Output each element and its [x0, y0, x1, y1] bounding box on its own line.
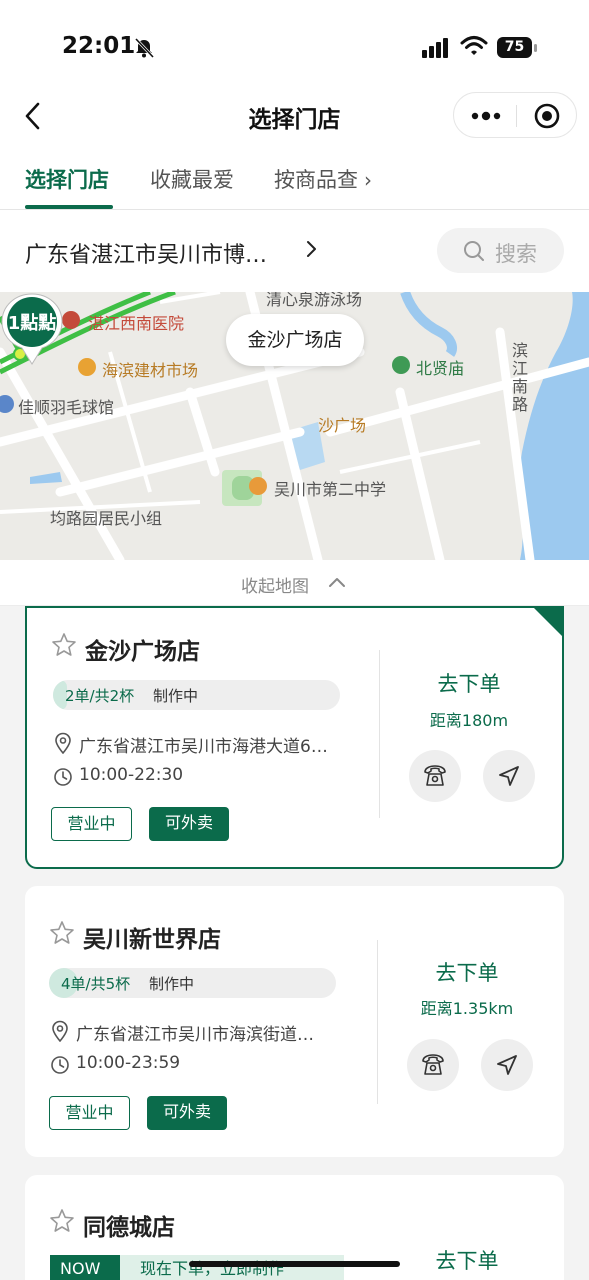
star-outline-icon[interactable] — [49, 920, 75, 946]
queue-progress: 4单/共5杯 制作中 — [49, 968, 336, 998]
call-button[interactable] — [409, 750, 461, 802]
close-target-icon[interactable] — [534, 103, 560, 129]
queue-count: 2单/共2杯 — [65, 687, 135, 705]
store-card[interactable]: 吴川新世界店 4单/共5杯 制作中 广东省湛江市吴川市海滨街道… 10:00-2… — [25, 886, 564, 1157]
miniprogram-capsule — [453, 92, 577, 138]
school-icon — [249, 477, 267, 495]
queue-status: 制作中 — [153, 687, 199, 705]
store-hours: 10:00-22:30 — [79, 765, 184, 785]
chevron-right-icon[interactable] — [304, 238, 320, 260]
current-location[interactable]: 广东省湛江市吴川市博… — [25, 237, 267, 269]
status-time: 22:01 — [62, 33, 136, 59]
map-label-beixian: 北贤庙 — [416, 359, 465, 378]
status-badge-open: 营业中 — [49, 1096, 130, 1130]
map-label-residential: 均路园居民小组 — [50, 509, 163, 528]
order-button[interactable]: 去下单 — [377, 1245, 557, 1275]
store-card[interactable]: 金沙广场店 2单/共2杯 制作中 广东省湛江市吴川市海港大道6… 10:00-2… — [25, 606, 564, 869]
map-label-pool: 清心泉游泳场 — [266, 292, 363, 309]
navigation-arrow-icon — [499, 766, 519, 786]
status-bar: 22:01 75 — [0, 0, 589, 90]
battery-level: 75 — [497, 37, 532, 58]
map-label-plaza: 沙广场 — [318, 416, 367, 435]
map-label-road: 滨江南路 — [512, 341, 529, 414]
store-distance: 距离180m — [429, 711, 509, 730]
status-badge-open: 营业中 — [51, 807, 132, 841]
store-name: 吴川新世界店 — [83, 927, 221, 953]
bell-muted-icon — [134, 37, 155, 59]
map-label-school: 吴川市第二中学 — [274, 480, 387, 499]
store-distance: 距离1.35km — [420, 999, 514, 1018]
star-outline-icon[interactable] — [51, 632, 77, 658]
queue-progress: 2单/共2杯 制作中 — [53, 680, 340, 710]
store-address: 广东省湛江市吴川市海滨街道… — [76, 1025, 314, 1045]
status-badge-delivery: 可外卖 — [147, 1096, 227, 1130]
cell-signal-icon — [422, 38, 448, 58]
selected-corner-marker — [534, 608, 562, 636]
pin-logo-text: 1點點 — [8, 313, 57, 334]
shop-icon — [78, 358, 96, 376]
store-location-pin-icon[interactable]: 1點點 — [0, 292, 64, 366]
phone-icon — [422, 1054, 444, 1075]
nav-bar: 选择门店 — [0, 90, 589, 142]
navigation-arrow-icon — [497, 1055, 517, 1075]
store-address: 广东省湛江市吴川市海港大道6… — [79, 737, 328, 757]
navigate-button[interactable] — [483, 750, 535, 802]
store-hours: 10:00-23:59 — [76, 1053, 181, 1073]
chevron-right-icon: › — [364, 168, 372, 192]
hospital-icon — [62, 311, 80, 329]
phone-icon — [424, 765, 446, 786]
store-name: 金沙广场店 — [85, 639, 200, 665]
location-pin-icon — [52, 1020, 68, 1042]
temple-icon — [392, 356, 410, 374]
location-pin-icon — [55, 732, 71, 754]
queue-status: 制作中 — [149, 975, 195, 993]
collapse-map-label: 收起地图 — [241, 577, 309, 597]
more-dots-icon[interactable] — [470, 107, 502, 125]
status-badge-delivery: 可外卖 — [149, 807, 229, 841]
map-label-hospital: 湛江西南医院 — [88, 314, 185, 333]
clock-icon — [54, 768, 72, 786]
search-icon — [464, 241, 484, 261]
tab-by-product-label: 按商品查 — [274, 168, 358, 192]
search-label: 搜索 — [495, 242, 537, 266]
store-tabs: 选择门店 收藏最爱 按商品查 › — [0, 142, 589, 210]
promo-text: 现在下单，立即制作 — [120, 1255, 344, 1280]
active-tab-underline — [25, 205, 113, 209]
collapse-map-button[interactable]: 收起地图 — [0, 560, 589, 606]
search-button[interactable]: 搜索 — [437, 228, 564, 273]
tab-select-store[interactable]: 选择门店 — [25, 164, 109, 194]
map-label-market: 海滨建材市场 — [102, 361, 199, 380]
chevron-up-icon — [329, 578, 345, 587]
navigate-button[interactable] — [481, 1039, 533, 1091]
capsule-divider — [516, 105, 517, 127]
queue-count: 4单/共5杯 — [61, 975, 131, 993]
order-button[interactable]: 去下单 — [379, 668, 559, 698]
clock-icon — [51, 1056, 69, 1074]
home-indicator — [189, 1261, 400, 1267]
battery-indicator: 75 — [497, 37, 537, 58]
tab-by-product[interactable]: 按商品查 › — [274, 164, 372, 194]
store-name: 同德城店 — [83, 1215, 175, 1241]
selected-store-bubble[interactable]: 金沙广场店 — [226, 314, 364, 366]
wifi-icon — [460, 36, 488, 55]
battery-tip — [534, 44, 537, 52]
location-bar: 广东省湛江市吴川市博… 搜索 — [0, 210, 589, 292]
store-map[interactable]: 清心泉游泳场 湛江西南医院 海滨建材市场 北贤庙 佳顺羽毛球馆 沙广场 吴川市第… — [0, 292, 589, 560]
call-button[interactable] — [407, 1039, 459, 1091]
order-button[interactable]: 去下单 — [377, 957, 557, 987]
now-badge: NOW — [50, 1255, 130, 1280]
map-label-badminton: 佳顺羽毛球馆 — [18, 398, 115, 417]
star-outline-icon[interactable] — [49, 1208, 75, 1234]
tab-favorites[interactable]: 收藏最爱 — [150, 164, 234, 194]
